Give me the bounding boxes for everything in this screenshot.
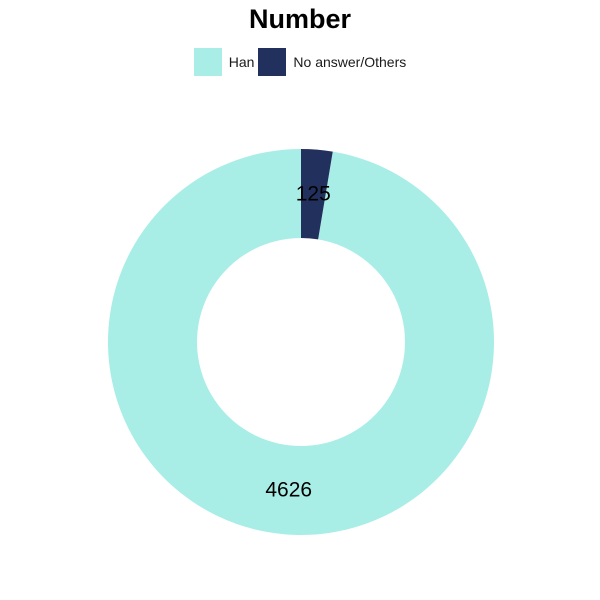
donut-chart: 4626 125 — [107, 149, 494, 535]
donut-slice-0 — [107, 149, 494, 535]
slice-label-1: 125 — [296, 183, 331, 206]
slice-label-0: 4626 — [265, 478, 312, 501]
donut-slices — [107, 149, 494, 535]
